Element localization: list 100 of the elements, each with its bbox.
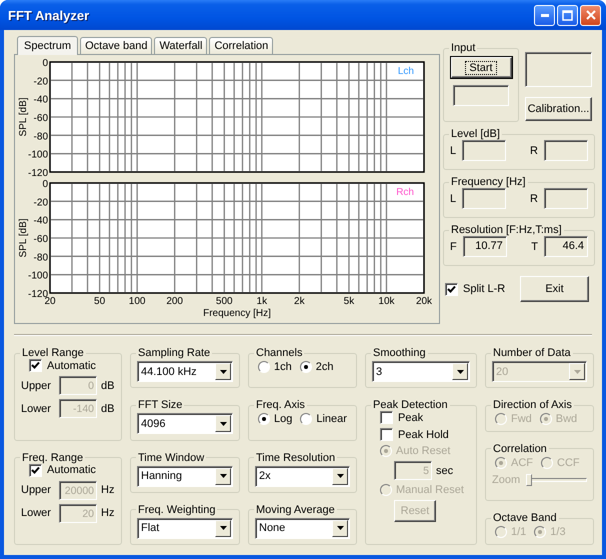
checkbox[interactable]	[29, 359, 42, 372]
group-title: Time Window	[137, 452, 206, 464]
field-label: T	[531, 240, 538, 252]
readout-field	[462, 140, 506, 161]
axis-title: SPL [dB]	[18, 97, 29, 137]
readout-field	[462, 188, 506, 209]
tick-label: 1k	[256, 296, 268, 307]
tick-label: -100	[28, 150, 48, 161]
group-title: Input	[450, 42, 476, 54]
tick-label: -20	[34, 76, 48, 88]
checkbox-label[interactable]: Peak	[398, 412, 424, 424]
tab[interactable]: Spectrum	[17, 36, 78, 55]
tick-label: 10k	[378, 296, 395, 307]
dropdown[interactable]: None	[255, 518, 350, 539]
tick-label: 0	[42, 58, 48, 69]
unit-label: sec	[436, 464, 454, 476]
field-label: R	[530, 192, 538, 204]
tick-label: 5k	[344, 296, 354, 307]
tab[interactable]: Correlation	[209, 37, 274, 54]
radio-button[interactable]	[300, 413, 312, 426]
group-title: Level [dB]	[450, 128, 501, 140]
checkbox-label[interactable]: Split L-R	[463, 283, 506, 295]
channel-label: Lch	[398, 66, 414, 77]
radio-button[interactable]	[258, 413, 270, 426]
channel-label: Rch	[396, 187, 414, 198]
tick-label: -80	[34, 252, 48, 264]
tab[interactable]: Waterfall	[154, 37, 208, 54]
field-label: Lower	[21, 402, 52, 414]
close-icon	[586, 10, 596, 20]
tick-label: 0	[42, 179, 48, 190]
dropdown[interactable]: 2x	[255, 466, 350, 486]
tick-label: -60	[34, 234, 48, 245]
group-title: Smoothing	[372, 347, 427, 359]
slider-track[interactable]	[526, 472, 587, 487]
readout-field	[544, 140, 588, 161]
exit-button[interactable]: Exit	[520, 276, 589, 302]
radio-label[interactable]: 2ch	[316, 361, 334, 373]
checkbox[interactable]	[29, 464, 42, 476]
group-title: Channels	[255, 347, 304, 359]
checkbox[interactable]	[445, 282, 458, 296]
checkbox-label[interactable]: Peak Hold	[398, 428, 449, 440]
tick-label: -120	[28, 168, 48, 176]
readout-field: 10.77	[462, 236, 507, 257]
group-title: FFT Size	[137, 399, 184, 412]
group-title: Octave Band	[492, 512, 558, 524]
checkbox-label[interactable]: Automatic	[47, 464, 96, 476]
dropdown[interactable]: 3	[372, 361, 470, 382]
start-button[interactable]: Start	[450, 57, 512, 78]
minimize-button[interactable]	[534, 4, 555, 26]
unit-label: Hz	[101, 507, 115, 519]
group-title: Time Resolution	[255, 452, 336, 464]
group-title: Peak Detection	[372, 399, 449, 411]
readout-field: 46.4	[544, 236, 588, 257]
field-label: L	[450, 192, 456, 204]
field-label: Upper	[21, 380, 52, 392]
maximize-icon	[562, 10, 573, 20]
group-title: Freq. Range	[21, 452, 84, 464]
tick-label: -40	[34, 94, 48, 106]
dropdown[interactable]: 4096	[137, 413, 233, 434]
checkbox-label[interactable]: Automatic	[47, 360, 96, 372]
tab[interactable]: Octave band	[80, 37, 152, 54]
tick-label: -100	[28, 270, 48, 282]
axis-title: SPL [dB]	[18, 218, 29, 258]
field-label: L	[450, 144, 456, 156]
field-label: F	[450, 240, 457, 252]
unit-label: dB	[101, 402, 115, 414]
unit-label: dB	[101, 380, 115, 392]
window-title: FFT Analyzer	[8, 8, 90, 22]
tick-label: -40	[34, 216, 48, 227]
group-title: Sampling Rate	[137, 347, 212, 359]
dropdown[interactable]: 44.100 kHz	[137, 361, 233, 382]
radio-button[interactable]	[300, 361, 312, 373]
tick-label: 500	[216, 296, 233, 307]
dropdown[interactable]: Flat	[137, 518, 233, 539]
radio-label[interactable]: Log	[274, 413, 292, 426]
close-button[interactable]	[580, 4, 601, 26]
checkbox[interactable]	[380, 411, 393, 424]
maximize-button[interactable]	[557, 4, 578, 26]
tick-label: -60	[34, 113, 48, 124]
readout-field	[544, 188, 588, 209]
tick-label: 100	[128, 296, 146, 307]
field-label: Lower	[21, 507, 52, 519]
field-label: R	[530, 144, 538, 156]
slider-label: Zoom	[492, 474, 520, 486]
radio-label[interactable]: 1ch	[274, 361, 292, 373]
calibration-button[interactable]: Calibration...	[525, 97, 592, 121]
radio-button[interactable]	[258, 361, 270, 373]
display-box	[525, 52, 592, 87]
group-title: Level Range	[21, 347, 85, 359]
group-title: Freq. Axis	[255, 399, 306, 412]
group-title: Freq. Weighting	[137, 504, 216, 516]
group-title: Direction of Axis	[492, 399, 573, 411]
axis-title: Frequency [Hz]	[203, 308, 271, 319]
checkbox[interactable]	[380, 428, 393, 441]
radio-label[interactable]: Linear	[316, 413, 347, 426]
dropdown[interactable]: Hanning	[137, 466, 233, 486]
group-title: Correlation	[492, 442, 548, 455]
tick-label: 2k	[294, 296, 305, 307]
group-title: Number of Data	[492, 347, 572, 359]
field-label: Upper	[21, 484, 52, 496]
